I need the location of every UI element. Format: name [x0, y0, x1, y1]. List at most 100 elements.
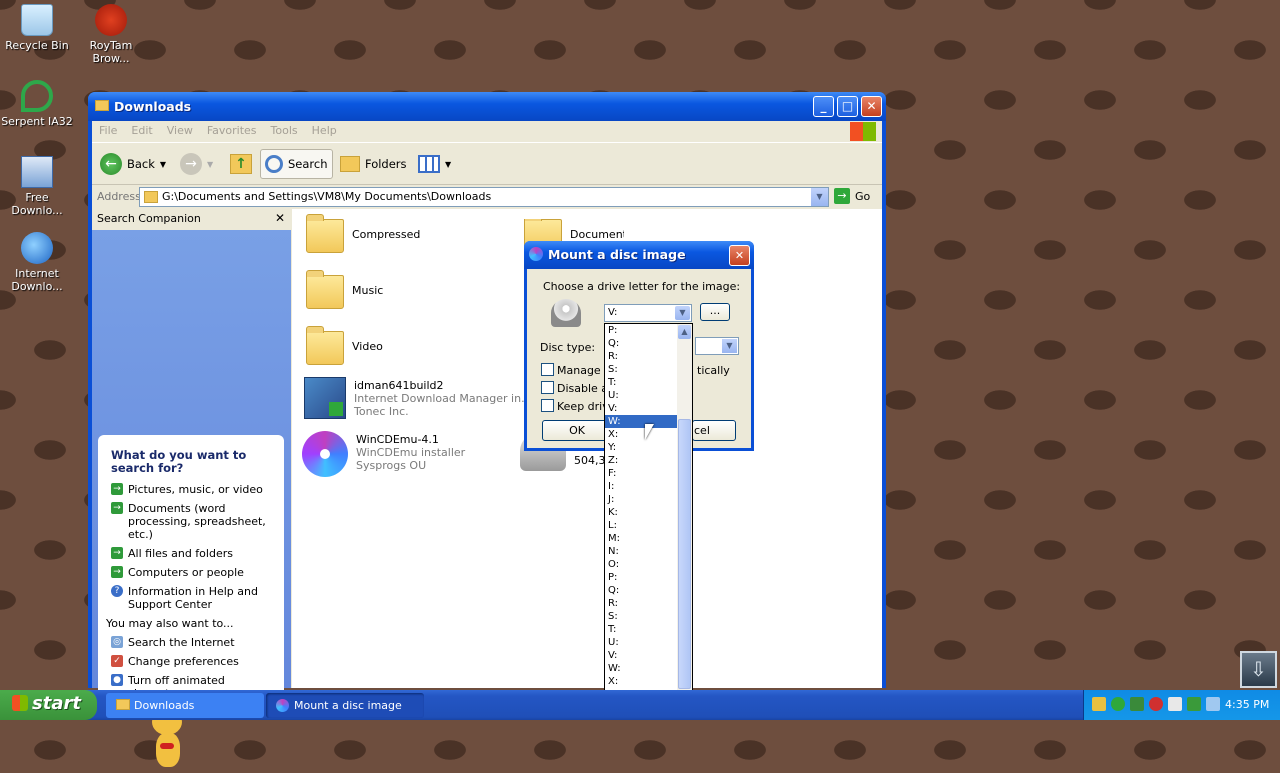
folders-button[interactable]: Folders: [336, 149, 411, 179]
tray-security-icon[interactable]: [1149, 697, 1163, 711]
browse-button[interactable]: ...: [700, 303, 730, 321]
drive-list-item[interactable]: P:: [605, 324, 677, 337]
drive-list-item[interactable]: X:: [605, 428, 677, 441]
cancel-button[interactable]: cel: [692, 420, 736, 441]
tray-network-icon[interactable]: [1111, 697, 1125, 711]
close-button[interactable]: ✕: [861, 96, 882, 117]
arrow-right-icon: →: [111, 566, 123, 578]
drive-list-item[interactable]: N:: [605, 545, 677, 558]
address-dropdown-button[interactable]: ▼: [811, 188, 828, 206]
drive-list-item[interactable]: L:: [605, 519, 677, 532]
drive-list-item[interactable]: R:: [605, 350, 677, 363]
desktop-icon-serpent[interactable]: Serpent IA32: [0, 80, 74, 128]
scroll-up-icon[interactable]: ▲: [678, 325, 691, 339]
drive-list-item[interactable]: U:: [605, 389, 677, 402]
drive-list-item[interactable]: X:: [605, 675, 677, 688]
drive-list-item[interactable]: Q:: [605, 584, 677, 597]
desktop-icon-label: Recycle Bin: [5, 39, 69, 52]
search-option-all-files[interactable]: → All files and folders: [111, 547, 276, 560]
drive-list-item[interactable]: Z:: [605, 454, 677, 467]
taskbar-item-downloads[interactable]: Downloads: [106, 693, 264, 718]
manage-checkbox[interactable]: [541, 363, 554, 376]
drive-letter-dropdown-list[interactable]: P: Q: R: S: T: U: V: W: X: Y: Z: F: I: J: K: L: M: N: O: P:…: [604, 323, 693, 715]
views-button[interactable]: ▼: [414, 149, 455, 179]
search-option-help[interactable]: ? Information in Help and Support Center: [111, 585, 276, 611]
drive-list-item[interactable]: P:: [605, 571, 677, 584]
search-option-documents[interactable]: → Documents (word processing, spreadsheet…: [111, 502, 276, 541]
scroll-thumb[interactable]: [678, 419, 691, 689]
search-button[interactable]: Search: [260, 149, 333, 179]
desktop-icon-internet-download[interactable]: Internet Downlo...: [0, 232, 74, 293]
drive-list-item[interactable]: Q:: [605, 337, 677, 350]
menu-favorites[interactable]: Favorites: [200, 121, 264, 140]
file-item-idman[interactable]: idman641build2 Internet Download Manager …: [304, 377, 532, 419]
drive-list-item[interactable]: U:: [605, 636, 677, 649]
desktop-icon-roytam-browser[interactable]: RoyTam Brow...: [74, 4, 148, 65]
search-option-pictures[interactable]: → Pictures, music, or video: [111, 483, 276, 496]
close-icon[interactable]: ✕: [275, 211, 285, 225]
menu-file[interactable]: File: [92, 121, 124, 140]
drive-list-item[interactable]: W:: [605, 415, 677, 428]
tray-download-icon[interactable]: [1130, 697, 1144, 711]
change-preferences-link[interactable]: ✓ Change preferences: [111, 655, 276, 668]
drive-list-item[interactable]: S:: [605, 363, 677, 376]
drive-list-item[interactable]: R:: [605, 597, 677, 610]
dialog-close-button[interactable]: ✕: [729, 245, 750, 266]
cd-drive-icon: [551, 299, 581, 327]
tray-volume-icon[interactable]: [1168, 697, 1182, 711]
maximize-button[interactable]: □: [837, 96, 858, 117]
drive-list-item[interactable]: T:: [605, 376, 677, 389]
menu-view[interactable]: View: [160, 121, 200, 140]
drive-list-item[interactable]: K:: [605, 506, 677, 519]
file-item-video[interactable]: Video: [306, 326, 383, 365]
drive-list-item[interactable]: T:: [605, 623, 677, 636]
drive-letter-combobox[interactable]: V: ▼: [604, 304, 692, 322]
file-item-music[interactable]: Music: [306, 270, 383, 309]
tray-idm-icon[interactable]: [1187, 697, 1201, 711]
menu-edit[interactable]: Edit: [124, 121, 159, 140]
keep-drive-checkbox[interactable]: [541, 399, 554, 412]
dialog-titlebar[interactable]: Mount a disc image: [524, 241, 754, 269]
file-item-compressed[interactable]: Compressed: [306, 214, 420, 253]
download-arrow-icon[interactable]: ⇩: [1240, 651, 1277, 688]
disable-autorun-checkbox[interactable]: [541, 381, 554, 394]
drive-list-item[interactable]: M:: [605, 532, 677, 545]
menu-tools[interactable]: Tools: [264, 121, 305, 140]
minimize-button[interactable]: _: [813, 96, 834, 117]
option-label: Computers or people: [128, 566, 244, 579]
file-description: WinCDEmu installer: [356, 446, 466, 459]
drive-list-item[interactable]: V:: [605, 649, 677, 662]
drive-list-item[interactable]: S:: [605, 610, 677, 623]
window-titlebar[interactable]: Downloads _ □ ✕: [88, 92, 886, 121]
up-folder-button[interactable]: ↑: [226, 149, 256, 179]
drive-list-item[interactable]: I:: [605, 480, 677, 493]
drive-list-item[interactable]: W:: [605, 662, 677, 675]
search-companion-header: Search Companion ✕: [92, 209, 291, 230]
start-button[interactable]: start: [0, 690, 97, 720]
tray-app-icon[interactable]: [1092, 697, 1106, 711]
drive-list-item[interactable]: J:: [605, 493, 677, 506]
taskbar-item-mount-dialog[interactable]: Mount a disc image: [266, 693, 424, 718]
go-button[interactable]: → Go: [834, 188, 870, 204]
file-item-wincdemu[interactable]: WinCDEmu-4.1 WinCDEmu installer Sysprogs O…: [302, 431, 465, 477]
desktop-icon-free-download[interactable]: Free Downlo...: [0, 156, 74, 217]
address-field[interactable]: G:\Documents and Settings\VM8\My Documen…: [139, 187, 829, 207]
drive-list-item[interactable]: O:: [605, 558, 677, 571]
drive-letter-prompt: Choose a drive letter for the image:: [543, 280, 741, 293]
taskbar-item-label: Downloads: [134, 699, 195, 712]
search-option-computers[interactable]: → Computers or people: [111, 566, 276, 579]
back-button[interactable]: ← Back ▼: [96, 149, 170, 179]
chevron-down-icon: ▼: [722, 339, 737, 353]
drive-list-item[interactable]: Y:: [605, 441, 677, 454]
checklist-icon: ✓: [111, 655, 123, 667]
desktop-icon-recycle-bin[interactable]: Recycle Bin: [0, 4, 74, 52]
tray-monitor-icon[interactable]: [1206, 697, 1220, 711]
menu-help[interactable]: Help: [305, 121, 344, 140]
search-internet-link[interactable]: ◎ Search the Internet: [111, 636, 276, 649]
disc-type-dropdown[interactable]: ▼: [695, 337, 739, 355]
drive-list-item[interactable]: V:: [605, 402, 677, 415]
ok-button[interactable]: OK: [542, 420, 612, 441]
forward-button[interactable]: → ▼: [176, 149, 217, 179]
dropdown-scrollbar[interactable]: ▲ ▼: [677, 324, 692, 714]
drive-list-item[interactable]: F:: [605, 467, 677, 480]
